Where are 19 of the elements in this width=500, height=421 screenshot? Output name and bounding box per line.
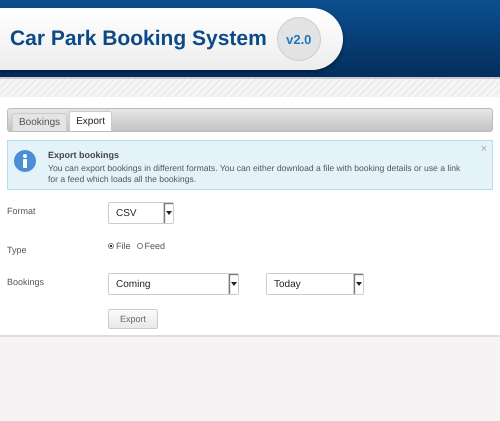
tab[interactable]: Export	[69, 111, 112, 131]
radio-option[interactable]: File	[108, 241, 131, 251]
bookings-label: Bookings	[7, 276, 46, 287]
info-text: You can export bookings in different formats. You can either download a file with booking details or use a link for a feed which loads all the bookings.	[48, 163, 462, 185]
format-select[interactable]: CSV	[108, 202, 174, 224]
app-title: Car Park Booking System	[10, 27, 267, 51]
caret-icon	[230, 282, 236, 286]
info-icon	[14, 150, 36, 172]
export-button[interactable]: Export	[108, 309, 158, 329]
type-label: Type	[7, 244, 28, 255]
radio-option[interactable]: Feed	[136, 241, 166, 251]
format-label: Format	[7, 205, 37, 216]
caret-icon	[356, 282, 362, 286]
tab[interactable]: Bookings	[12, 113, 68, 131]
info-title: Export bookings	[48, 150, 120, 160]
range-select[interactable]: Today	[266, 273, 364, 295]
caret-icon	[166, 211, 172, 215]
version-badge: v2.0	[276, 17, 321, 61]
period-select[interactable]: Coming	[108, 273, 239, 295]
